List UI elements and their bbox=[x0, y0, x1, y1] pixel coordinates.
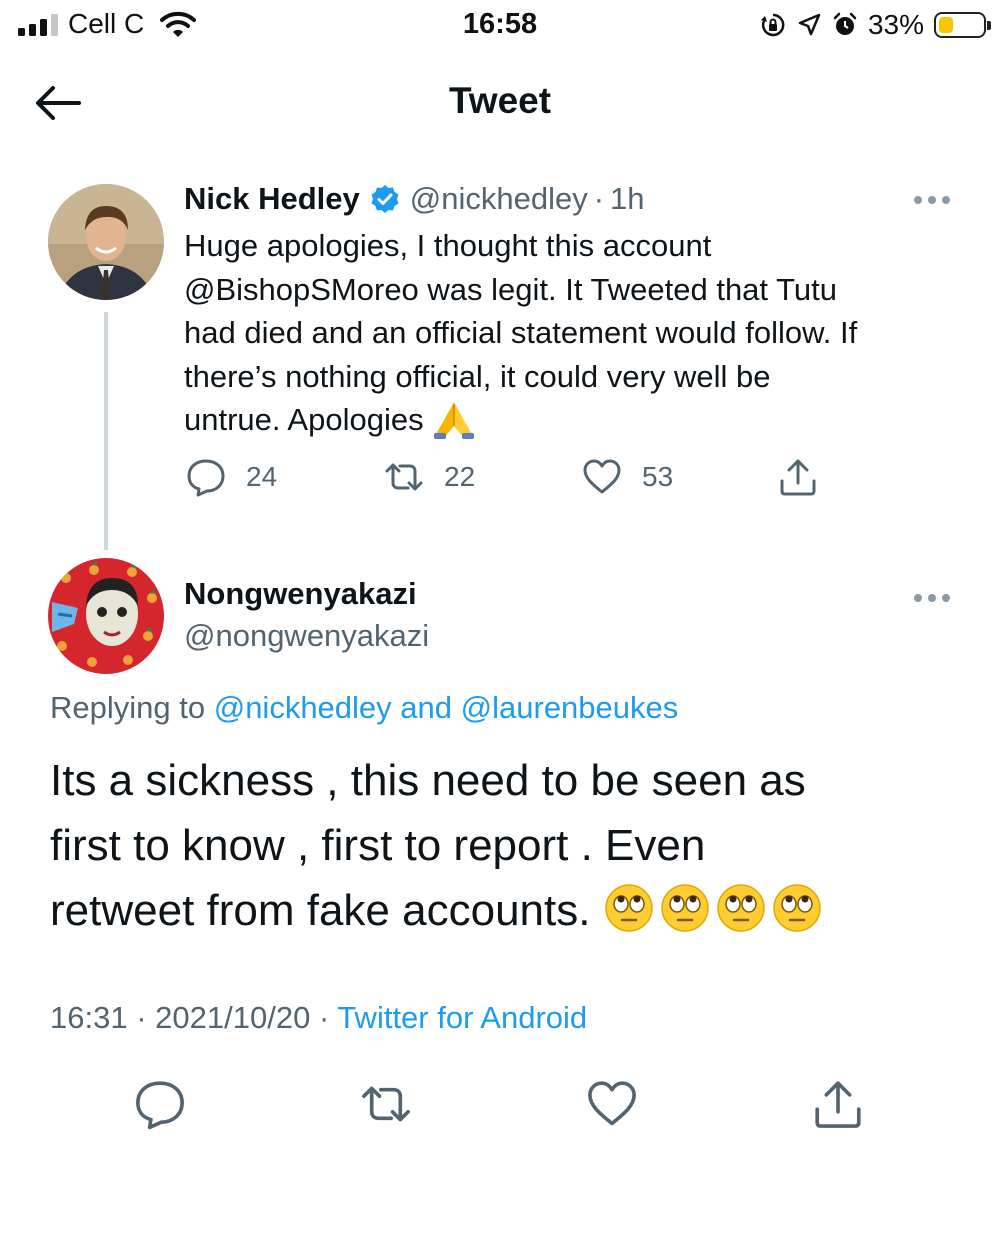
tweet-time: 16:31 bbox=[50, 1000, 128, 1035]
emoji-row bbox=[604, 884, 828, 935]
share-icon bbox=[815, 1081, 861, 1128]
tweet-text-line: first to know , first to report . Even bbox=[50, 821, 706, 870]
retweet-icon bbox=[385, 463, 423, 491]
face-with-rolling-eyes-emoji bbox=[661, 884, 710, 932]
more-options-button[interactable] bbox=[914, 592, 954, 604]
avatar-photo bbox=[48, 184, 164, 300]
header-separator: · bbox=[593, 181, 605, 216]
reply-count: 24 bbox=[246, 461, 278, 492]
tweet-text-line: Huge apologies, I thought this account bbox=[184, 228, 712, 263]
verified-badge-icon bbox=[371, 185, 399, 213]
author-handle[interactable]: @nongwenyakazi bbox=[184, 618, 429, 654]
share-icon bbox=[780, 459, 816, 496]
face-with-rolling-eyes-emoji bbox=[605, 884, 654, 932]
folded-hands-emoji bbox=[434, 402, 475, 439]
like-action[interactable]: 53 bbox=[582, 452, 673, 502]
tweet-date: 2021/10/20 bbox=[155, 1000, 311, 1035]
replying-prefix: Replying to bbox=[50, 690, 206, 725]
more-options-button[interactable] bbox=[914, 194, 954, 206]
share-action[interactable] bbox=[778, 452, 818, 502]
avatar-nongwenyakazi[interactable] bbox=[48, 558, 164, 674]
replying-user-link[interactable]: @laurenbeukes bbox=[461, 690, 679, 725]
meta-separator: · bbox=[136, 1000, 147, 1035]
like-button[interactable] bbox=[582, 1074, 642, 1134]
battery-level bbox=[939, 17, 953, 33]
face-with-rolling-eyes-emoji bbox=[717, 884, 766, 932]
alarm-icon bbox=[833, 12, 857, 35]
tweet-text-line: there’s nothing official, it could very … bbox=[184, 358, 771, 394]
battery-percent: 33% bbox=[867, 9, 924, 40]
heart-icon bbox=[588, 1081, 636, 1126]
replying-user-link[interactable]: @nickhedley bbox=[214, 690, 392, 725]
reply-action[interactable]: 24 bbox=[186, 452, 277, 502]
tweet-source-link[interactable]: Twitter for Android bbox=[337, 1000, 587, 1035]
more-dot bbox=[914, 594, 922, 602]
avatar-illustration bbox=[48, 558, 164, 674]
retweet-icon bbox=[362, 1086, 410, 1122]
thread-connector bbox=[104, 312, 108, 550]
battery-icon bbox=[934, 12, 991, 38]
more-dot bbox=[928, 594, 936, 602]
tweet-meta: 16:31 · 2021/10/20 · Twitter for Android bbox=[50, 1000, 587, 1036]
parent-tweet-header: Nick Hedley @nickhedley · 1h bbox=[184, 178, 645, 220]
tweet-action-bar bbox=[0, 1074, 1000, 1134]
main-tweet-text: Its a sickness , this need to be seen as… bbox=[50, 748, 950, 943]
reply-icon bbox=[136, 1081, 184, 1130]
like-count: 53 bbox=[642, 461, 674, 492]
tweet-text-line-last: untrue. Apologies bbox=[184, 398, 954, 442]
face-with-rolling-eyes-emoji bbox=[773, 884, 822, 932]
avatar-nick-hedley[interactable] bbox=[48, 184, 164, 300]
author-name[interactable]: Nick Hedley bbox=[184, 181, 360, 217]
tweet-text-line: untrue. Apologies bbox=[184, 402, 424, 437]
retweet-count: 22 bbox=[444, 461, 476, 492]
reply-button[interactable] bbox=[130, 1074, 190, 1134]
more-dot bbox=[942, 594, 950, 602]
status-bar: Cell C 16:58 33% bbox=[0, 0, 1000, 52]
orientation-lock-icon bbox=[760, 13, 785, 37]
retweet-button[interactable] bbox=[356, 1074, 416, 1134]
meta-separator: · bbox=[318, 1000, 330, 1035]
author-name[interactable]: Nongwenyakazi bbox=[184, 576, 417, 612]
tweet-age: 1h bbox=[610, 181, 645, 216]
top-header: Tweet bbox=[0, 52, 1000, 152]
share-button[interactable] bbox=[808, 1074, 868, 1134]
replying-and[interactable]: and bbox=[400, 690, 452, 725]
page-title: Tweet bbox=[448, 80, 552, 121]
more-dot bbox=[942, 196, 950, 204]
author-handle[interactable]: @nickhedley bbox=[410, 181, 588, 217]
replying-to: Replying to @nickhedley and @laurenbeuke… bbox=[50, 690, 678, 726]
location-arrow-icon bbox=[798, 13, 821, 36]
more-dot bbox=[928, 196, 936, 204]
tweet-text-line: @BishopSMoreo was legit. It Tweeted that… bbox=[184, 271, 837, 307]
tweet-text-line-last: retweet from fake accounts. bbox=[50, 878, 950, 943]
parent-tweet-text: Huge apologies, I thought this account @… bbox=[184, 224, 954, 442]
retweet-action[interactable]: 22 bbox=[384, 452, 475, 502]
tweet-text-line: Its a sickness , this need to be seen as bbox=[50, 756, 806, 805]
tweet-text-line: had died and an official statement would… bbox=[184, 315, 858, 350]
reply-icon bbox=[187, 459, 225, 497]
tweet-text-line: retweet from fake accounts. bbox=[50, 886, 591, 935]
more-dot bbox=[914, 196, 922, 204]
heart-icon bbox=[583, 459, 621, 494]
